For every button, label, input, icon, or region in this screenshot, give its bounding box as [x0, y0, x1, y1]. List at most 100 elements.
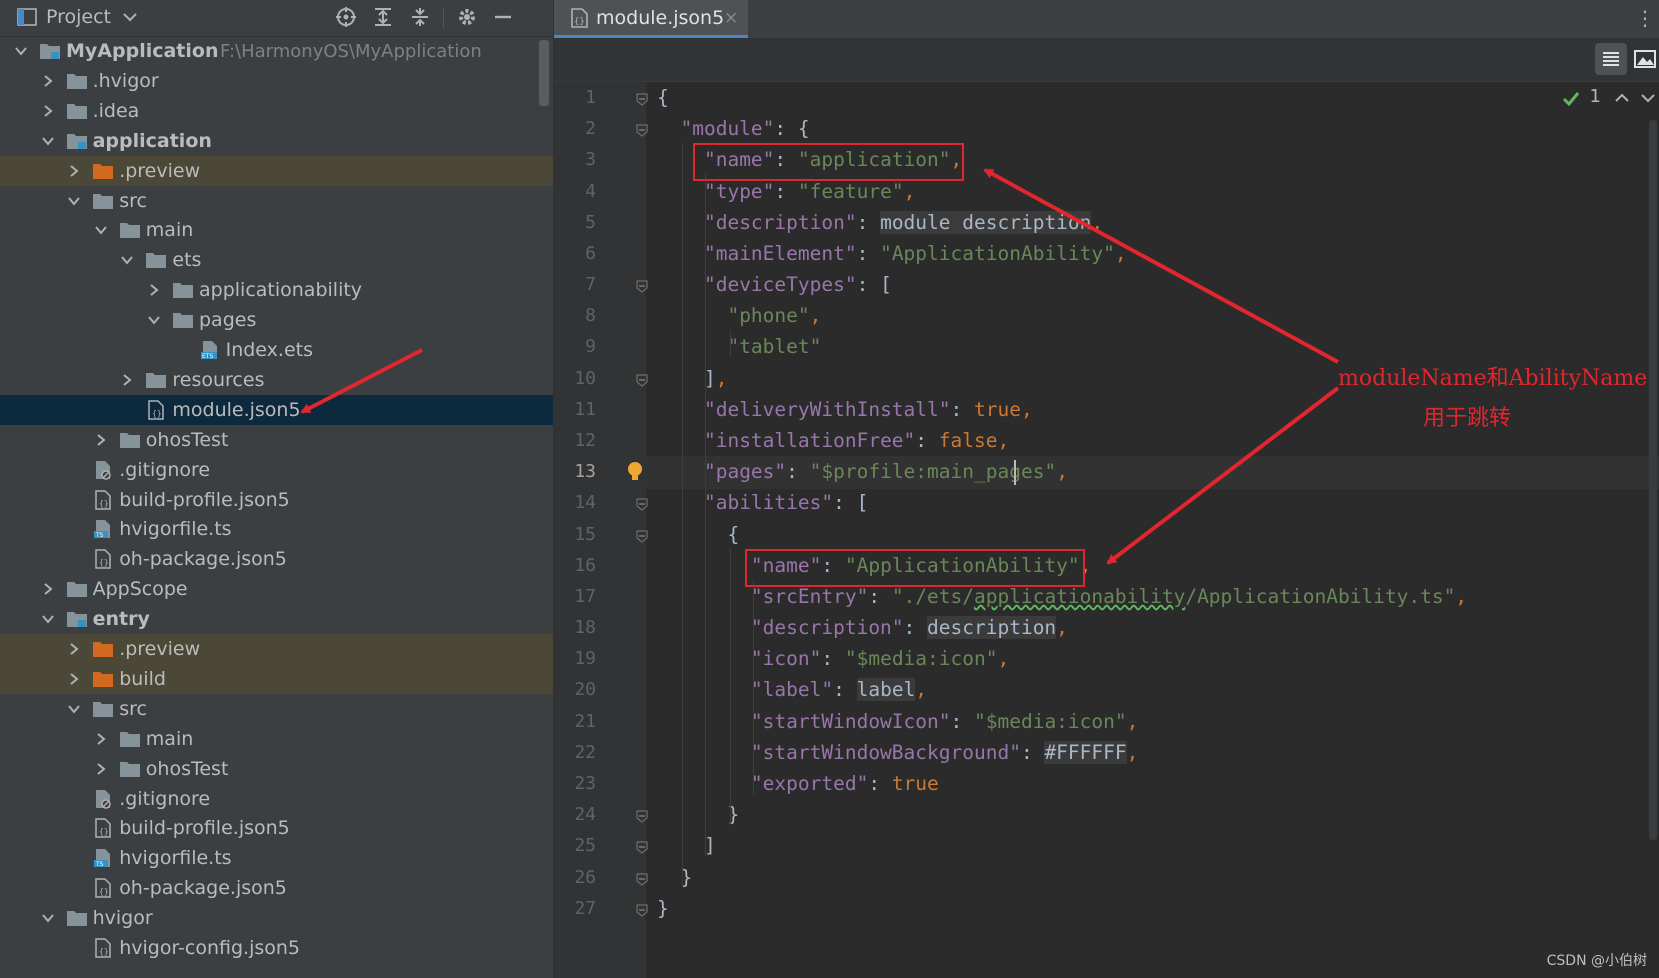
- tree-item-label: ets: [172, 249, 202, 272]
- tree-item[interactable]: hvigor: [0, 903, 553, 933]
- chevron-right-icon[interactable]: [67, 163, 81, 177]
- chevron-right-icon[interactable]: [41, 103, 55, 117]
- chevron-down-icon[interactable]: [41, 611, 55, 625]
- tree-item[interactable]: TS hvigorfile.ts: [0, 514, 553, 544]
- tree-item[interactable]: TS hvigorfile.ts: [0, 843, 553, 873]
- lightbulb-icon[interactable]: [626, 460, 644, 488]
- code-line: }: [657, 865, 693, 889]
- chevron-right-icon[interactable]: [147, 282, 161, 296]
- reader-mode-button[interactable]: [1595, 43, 1627, 75]
- line-number: 18: [574, 617, 596, 639]
- tree-item[interactable]: AppScope: [0, 574, 553, 604]
- tree-item[interactable]: .preview: [0, 634, 553, 664]
- folder-icon: [92, 191, 114, 211]
- tree-item[interactable]: ohosTest: [0, 425, 553, 455]
- chevron-down-icon[interactable]: [147, 312, 161, 326]
- tree-item[interactable]: {} build-profile.json5: [0, 485, 553, 515]
- project-view-icon[interactable]: [17, 8, 37, 30]
- chevron-right-icon[interactable]: [67, 641, 81, 655]
- chevron-right-icon[interactable]: [120, 372, 134, 386]
- tree-item[interactable]: {} build-profile.json5: [0, 813, 553, 843]
- tree-item[interactable]: .hvigor: [0, 66, 553, 96]
- fold-icon[interactable]: [635, 871, 649, 886]
- indent-guide: [730, 548, 731, 826]
- chevron-down-icon[interactable]: [41, 133, 55, 147]
- chevron-right-icon[interactable]: [67, 671, 81, 685]
- chevron-right-icon[interactable]: [94, 432, 108, 446]
- fold-icon[interactable]: [635, 528, 649, 543]
- project-path: F:\HarmonyOS\MyApplication: [220, 41, 482, 62]
- chevron-down-icon[interactable]: [67, 193, 81, 207]
- project-panel-scrollbar[interactable]: [539, 40, 549, 106]
- minimize-icon[interactable]: [492, 6, 514, 28]
- project-panel-title[interactable]: Project: [46, 6, 111, 28]
- fold-icon[interactable]: [635, 808, 649, 823]
- tree-item-label: entry: [92, 608, 150, 631]
- editor-scrollbar[interactable]: [1649, 120, 1657, 840]
- chevron-down-icon[interactable]: [14, 43, 28, 57]
- fold-icon[interactable]: [635, 372, 649, 387]
- chevron-right-icon[interactable]: [94, 731, 108, 745]
- tree-item[interactable]: resources: [0, 365, 553, 395]
- tree-item[interactable]: .gitignore: [0, 784, 553, 814]
- chevron-down-icon[interactable]: [94, 222, 108, 236]
- folder-icon: [172, 280, 194, 300]
- tree-item[interactable]: {} oh-package.json5: [0, 873, 553, 903]
- chevron-down-icon[interactable]: [67, 701, 81, 715]
- tree-item[interactable]: MyApplication F:\HarmonyOS\MyApplication: [0, 36, 553, 66]
- tab-module-json5[interactable]: {} module.json5 ×: [554, 0, 748, 38]
- chevron-down-icon[interactable]: [119, 6, 141, 28]
- fold-icon[interactable]: [635, 278, 649, 293]
- chevron-right-icon[interactable]: [41, 73, 55, 87]
- indent-guide: [705, 174, 706, 857]
- tree-item[interactable]: pages: [0, 305, 553, 335]
- fold-icon[interactable]: [635, 839, 649, 855]
- line-number: 8: [585, 305, 596, 327]
- tree-item[interactable]: main: [0, 215, 553, 245]
- close-icon[interactable]: ×: [724, 8, 738, 28]
- locate-file-icon[interactable]: [335, 6, 357, 28]
- tree-item[interactable]: build: [0, 663, 553, 694]
- tree-item-label: applicationability: [199, 279, 363, 302]
- tree-item[interactable]: .preview: [0, 155, 553, 186]
- tree-item[interactable]: ohosTest: [0, 754, 553, 784]
- tree-item[interactable]: {} oh-package.json5: [0, 544, 553, 574]
- tree-item[interactable]: src: [0, 186, 553, 216]
- tree-item[interactable]: entry: [0, 604, 553, 634]
- line-number: 4: [585, 180, 596, 202]
- chevron-down-icon[interactable]: [41, 910, 55, 924]
- tree-item[interactable]: applicationability: [0, 275, 553, 305]
- chevron-right-icon[interactable]: [41, 581, 55, 595]
- fold-icon[interactable]: [635, 496, 649, 512]
- editor-tab-bar: {} module.json5 × ⋮: [554, 0, 1659, 39]
- chevron-right-icon[interactable]: [94, 761, 108, 775]
- code-line: "label": label,: [750, 678, 928, 702]
- tree-item[interactable]: .gitignore: [0, 455, 553, 485]
- tree-item[interactable]: ETS Index.ets: [0, 335, 553, 365]
- tree-item[interactable]: {} module.json5: [0, 394, 553, 425]
- json-file-icon: {}: [92, 549, 114, 570]
- tree-item-label: hvigorfile.ts: [119, 518, 232, 541]
- tree-item[interactable]: .idea: [0, 96, 553, 126]
- code-line: "deviceTypes": [: [703, 273, 892, 297]
- chevron-down-icon[interactable]: [1639, 89, 1657, 111]
- tree-item[interactable]: ets: [0, 245, 553, 275]
- tree-item[interactable]: {} hvigor-config.json5: [0, 933, 553, 963]
- gear-icon[interactable]: [456, 6, 478, 28]
- collapse-all-icon[interactable]: [409, 6, 431, 28]
- preview-image-icon[interactable]: [1631, 43, 1659, 75]
- chevron-up-icon[interactable]: [1613, 89, 1631, 111]
- fold-icon[interactable]: [635, 902, 649, 917]
- tree-item[interactable]: application: [0, 126, 553, 156]
- tree-item-label: hvigor: [92, 907, 153, 930]
- annotation-box: [693, 143, 964, 182]
- fold-icon[interactable]: [635, 91, 649, 106]
- chevron-down-icon[interactable]: [120, 252, 134, 266]
- more-options-icon[interactable]: ⋮: [1635, 6, 1655, 30]
- expand-all-icon[interactable]: [372, 6, 394, 28]
- svg-text:{}: {}: [152, 409, 162, 418]
- tree-item[interactable]: src: [0, 694, 553, 724]
- tree-item[interactable]: main: [0, 724, 553, 754]
- inspection-count: 1: [1589, 86, 1601, 107]
- fold-icon[interactable]: [635, 122, 649, 137]
